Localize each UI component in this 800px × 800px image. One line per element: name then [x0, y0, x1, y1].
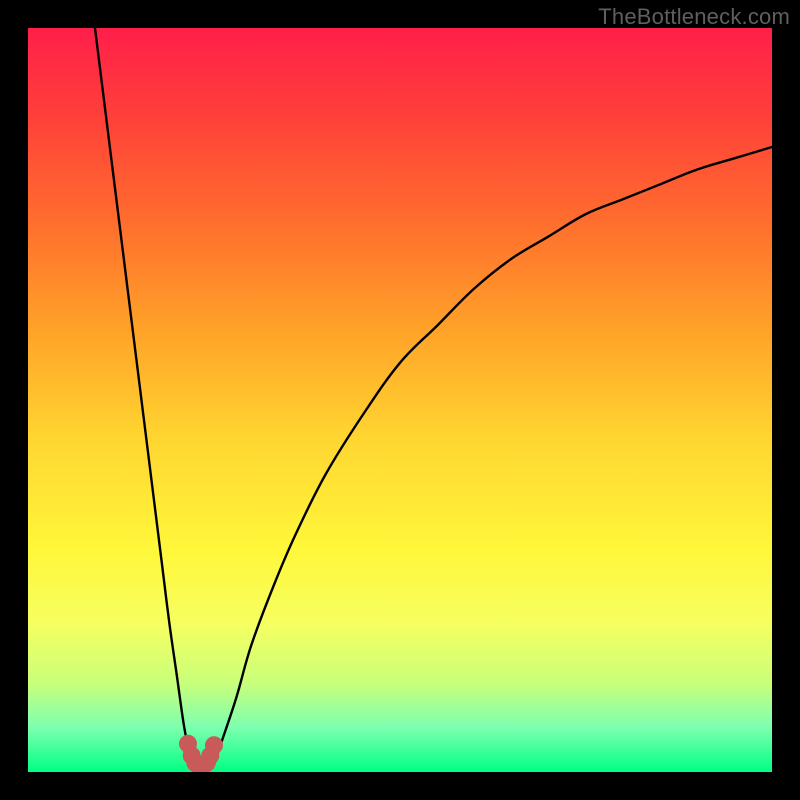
marker-dot-7 [205, 736, 223, 754]
chart-svg [28, 28, 772, 772]
curve-left-branch [95, 28, 192, 765]
curve-layer [95, 28, 772, 765]
curve-right-branch [214, 147, 772, 765]
chart-plot-area [28, 28, 772, 772]
chart-frame: TheBottleneck.com [0, 0, 800, 800]
watermark-text: TheBottleneck.com [598, 4, 790, 30]
marker-layer [179, 735, 223, 772]
